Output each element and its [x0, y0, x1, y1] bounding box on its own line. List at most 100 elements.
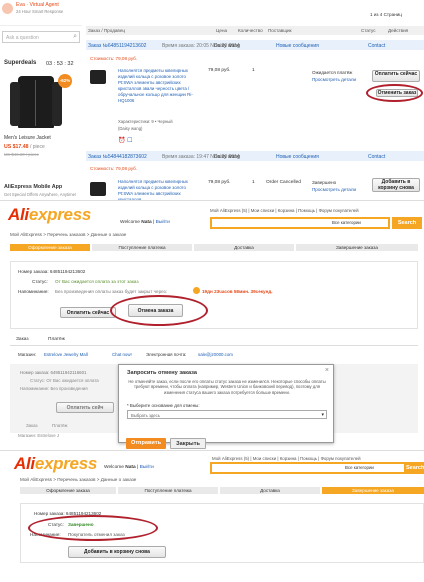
breadcrumb[interactable]: Мой AliExpress > Перечень заказов > Данн… — [10, 232, 126, 237]
deal-name[interactable]: Men's Leisure Jacket — [4, 135, 51, 141]
order-1-details-link[interactable]: Просмотреть детали — [312, 77, 356, 82]
pay-now-button[interactable]: Оплатить сейчас — [60, 307, 116, 318]
agent-sub: 24 Hour Smart Response — [16, 9, 64, 14]
order-2-seller[interactable]: Daisy wang — [214, 154, 240, 160]
chat-now-link[interactable]: Chat now! — [112, 352, 132, 357]
aliexpress-logo-2[interactable]: Aliexpress — [14, 454, 97, 474]
header-links-2[interactable]: Мой AliExpress (5) | Мои списки | Корзин… — [212, 456, 361, 461]
step-3: Доставка — [194, 244, 294, 251]
bg-seller: Магазин: Estrelove J — [18, 433, 60, 438]
dialog-send-button[interactable]: Отправить — [126, 438, 166, 449]
order-2-contact[interactable]: Contact — [368, 154, 385, 160]
superdeals-title: Superdeals — [4, 60, 37, 66]
order-1-attr: Характеристики: 9 • Черный — [118, 119, 173, 124]
search-input-2[interactable] — [210, 462, 406, 474]
order-1-number[interactable]: Заказ №64851194213602 — [88, 43, 146, 49]
bg-tab-payment: Платёж — [52, 423, 68, 428]
seller-link[interactable]: Estrelove Jewelry Mall — [44, 352, 88, 357]
order-2-qty: 1 — [252, 180, 255, 185]
order-1-messages[interactable]: Новые сообщения — [276, 43, 319, 49]
dialog-close-button[interactable]: Закрыть — [170, 438, 206, 449]
bg-status: Статус: От Вас ожидается оплата — [30, 378, 99, 383]
email-link[interactable]: sale@jz0000.com — [198, 352, 233, 357]
logout-link-2[interactable]: Выйти — [140, 465, 154, 470]
highlight-cancel-order — [366, 84, 423, 102]
user-name-2[interactable]: Nata — [125, 465, 135, 470]
search-button-2[interactable]: Search — [406, 462, 424, 474]
search-button[interactable]: Search — [392, 217, 422, 229]
step-2-3: Доставка — [220, 487, 320, 494]
logout-link[interactable]: Выйти — [156, 220, 170, 225]
deal-unit: / piece — [30, 144, 45, 150]
discount-badge: -62% — [58, 74, 72, 88]
deal-timer: 03 : 53 : 32 — [46, 61, 74, 67]
dialog-close-icon[interactable]: × — [325, 367, 329, 374]
step-2: Поступление платежа — [92, 244, 192, 251]
order-1-attr2: (Daisy wang) — [118, 126, 143, 131]
order-2-messages[interactable]: Новые сообщения — [276, 154, 319, 160]
ask-question-input[interactable]: Ask a question ⌕ — [2, 31, 80, 43]
clock-icon — [193, 287, 200, 294]
order-2-product-image[interactable] — [90, 182, 106, 196]
order-2-cart-button[interactable]: Добавить в корзину снова — [372, 178, 420, 192]
col-supplier: Поставщик — [268, 28, 292, 33]
agent-avatar — [2, 3, 13, 14]
deal-price: US $17.48 — [4, 144, 29, 150]
order-2-product-title[interactable]: Наполнятся предметы ювелирных изделий ко… — [118, 179, 196, 200]
step-1: Оформление заказа — [10, 244, 90, 251]
jacket-body — [18, 76, 54, 128]
welcome-label-2: Welcome — [104, 465, 124, 470]
mobile-app-title[interactable]: AliExpress Mobile App — [4, 184, 62, 190]
order-1-header: Заказ №64851194213602 Время заказа: 20:0… — [86, 40, 424, 50]
order-1-product-title[interactable]: Наполнятся предметы ювелирных изделий ко… — [118, 68, 196, 104]
dialog-select-label: * Выберите основание для отмены: — [127, 403, 200, 408]
order-2-status: Завершено — [312, 180, 337, 185]
ask-placeholder: Ask a question — [6, 35, 39, 41]
step-2-4: Завершение заказа — [322, 487, 424, 494]
order-2-header: Заказ №54844182873602 Время заказа: 19:4… — [86, 151, 424, 161]
step-2-1: Оформление заказа — [20, 487, 116, 494]
search-input[interactable] — [210, 217, 390, 229]
highlight-status-completed — [28, 515, 158, 541]
tab-payment[interactable]: Платёж — [48, 337, 65, 342]
order-1-cost: Стоимость: 79,08 руб. — [90, 56, 138, 61]
order-1-contact[interactable]: Contact — [368, 43, 385, 49]
countdown: 19дн 23часов 58мин. 39секунд. — [202, 289, 273, 294]
order-2-cost: Стоимость: 79,08 руб. — [90, 166, 138, 171]
highlight-cancel-button — [110, 295, 208, 326]
status-value: От Вас ожидается оплата за этот заказ — [55, 279, 139, 284]
aliexpress-logo[interactable]: Aliexpress — [8, 205, 91, 225]
order-1-product-image[interactable] — [90, 70, 106, 84]
add-to-cart-again-button[interactable]: Добавить в корзину снова — [68, 546, 166, 558]
category-select[interactable]: Все категории — [332, 220, 361, 225]
order-1-price: 79,08 руб. — [208, 68, 231, 73]
order-1-icons: ⏰ ☐ — [118, 138, 133, 144]
order-2-details-link[interactable]: Просмотреть детали — [312, 187, 356, 192]
dialog-title: Запросить отмену заказа — [127, 370, 197, 376]
order-1-seller[interactable]: Daisy wang — [214, 43, 240, 49]
breadcrumb-2[interactable]: Мой AliExpress > Перечень заказов > Данн… — [20, 477, 136, 482]
header-links[interactable]: Мой AliExpress (5) | Мои списки | Корзин… — [210, 208, 359, 213]
tab-order[interactable]: Заказ — [16, 337, 29, 342]
agent-panel[interactable]: Eva · Virtual Agent 24 Hour Smart Respon… — [0, 0, 82, 26]
pager[interactable]: 1 из 4 Страниц — [370, 12, 402, 17]
order-2-price: 79,08 руб. — [208, 180, 231, 185]
order-1-qty: 1 — [252, 68, 255, 73]
col-order: Заказ / Продавец — [88, 28, 125, 33]
order-2-number[interactable]: Заказ №54844182873602 — [88, 154, 147, 160]
order-1-pay-button[interactable]: Оплатить сейчас — [372, 70, 420, 82]
bg-tab-order: Заказ — [26, 423, 38, 428]
reason-select[interactable]: Выбрать здесь ▾ — [127, 410, 327, 419]
cancel-dialog: Запросить отмену заказа × Не отменяйте з… — [118, 364, 334, 443]
col-qty: Количество — [238, 28, 263, 33]
step-2-2: Поступление платежа — [118, 487, 218, 494]
orders-table-head: Заказ / Продавец Цена Количество Поставщ… — [86, 26, 424, 35]
reminder-label: Напоминание: — [18, 289, 49, 294]
bg-pay-button: Оплатить сейч — [56, 402, 114, 413]
reminder-text: Без произведения оплаты заказ будет закр… — [55, 289, 167, 294]
dialog-text: Не отменяйте заказ, если после его оплат… — [128, 379, 326, 395]
step-4: Завершение заказа — [296, 244, 418, 251]
welcome-text-2: Welcome Nata | Выйти — [104, 465, 154, 470]
category-select-2[interactable]: Все категории — [345, 465, 374, 470]
user-name[interactable]: Nata — [141, 220, 151, 225]
